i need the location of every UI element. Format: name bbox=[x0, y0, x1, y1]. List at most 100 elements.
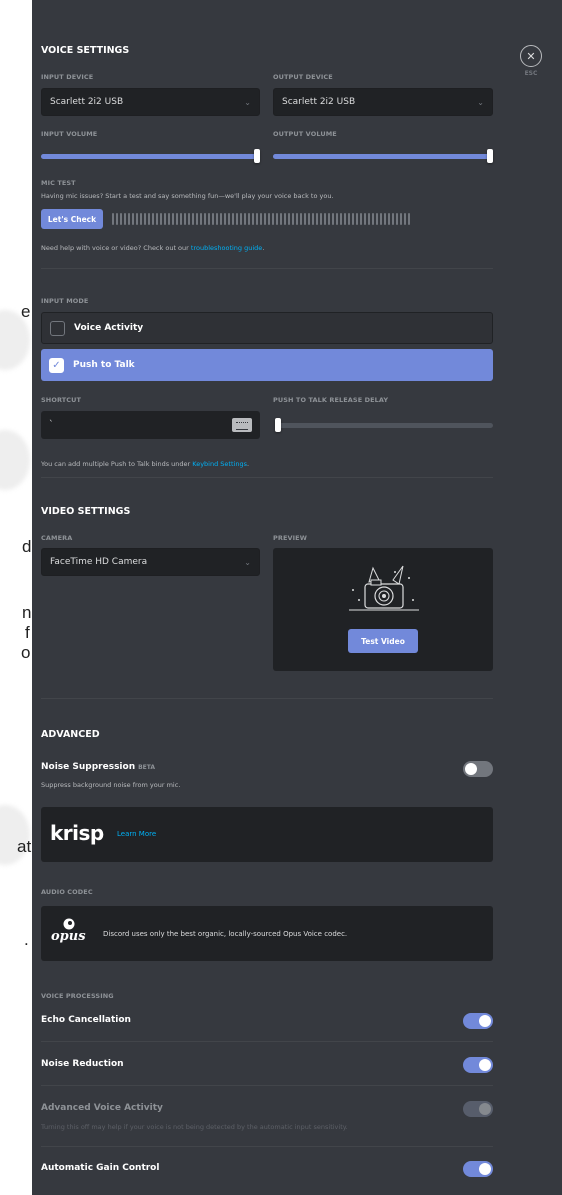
meter-tick bbox=[124, 213, 126, 225]
toggle-knob bbox=[479, 1103, 491, 1115]
camera-value: FaceTime HD Camera bbox=[50, 557, 148, 567]
meter-tick bbox=[168, 213, 170, 225]
background-text: d bbox=[22, 537, 32, 556]
meter-tick bbox=[144, 213, 146, 225]
background-text: n bbox=[22, 603, 32, 622]
meter-tick bbox=[276, 213, 278, 225]
meter-tick bbox=[240, 213, 242, 225]
voice-activity-checkbox[interactable] bbox=[50, 320, 65, 336]
advanced-voice-activity-label: Advanced Voice Activity bbox=[41, 1103, 163, 1113]
input-device-label: INPUT DEVICE bbox=[41, 73, 94, 81]
meter-tick bbox=[132, 213, 134, 225]
meter-tick bbox=[404, 213, 406, 225]
chevron-down-icon: ⌄ bbox=[477, 97, 484, 107]
lets-check-button[interactable]: Let's Check bbox=[41, 209, 103, 229]
opus-logo: opus bbox=[50, 918, 90, 948]
output-volume-slider[interactable] bbox=[273, 149, 493, 163]
input-volume-label: INPUT VOLUME bbox=[41, 130, 98, 138]
row-divider bbox=[41, 1041, 493, 1042]
meter-tick bbox=[376, 213, 378, 225]
noise-reduction-toggle[interactable] bbox=[463, 1057, 493, 1073]
close-icon[interactable]: ✕ bbox=[520, 45, 542, 67]
toggle-knob bbox=[479, 1059, 491, 1071]
push-to-talk-label: Push to Talk bbox=[73, 360, 135, 370]
meter-tick bbox=[152, 213, 154, 225]
toggle-knob bbox=[479, 1015, 491, 1027]
meter-tick bbox=[156, 213, 158, 225]
output-volume-handle[interactable] bbox=[487, 149, 493, 163]
meter-tick bbox=[228, 213, 230, 225]
beta-badge: BETA bbox=[138, 764, 156, 771]
meter-tick bbox=[244, 213, 246, 225]
close-button[interactable]: ✕ ESC bbox=[519, 45, 543, 77]
meter-tick bbox=[288, 213, 290, 225]
advanced-voice-activity-toggle[interactable] bbox=[463, 1101, 493, 1117]
voice-processing-label: VOICE PROCESSING bbox=[41, 992, 114, 1000]
input-volume-slider[interactable] bbox=[41, 149, 260, 163]
output-device-select[interactable]: Scarlett 2i2 USB ⌄ bbox=[273, 88, 493, 116]
keyboard-icon[interactable] bbox=[232, 418, 252, 432]
release-delay-slider[interactable] bbox=[275, 418, 493, 432]
meter-tick bbox=[248, 213, 250, 225]
meter-tick bbox=[192, 213, 194, 225]
shortcut-input[interactable]: ` bbox=[41, 411, 260, 439]
help-text-suffix: . bbox=[262, 244, 265, 252]
noise-suppression-label: Noise Suppression bbox=[41, 762, 136, 772]
mic-level-meter bbox=[112, 213, 410, 225]
output-device-value: Scarlett 2i2 USB bbox=[282, 97, 356, 107]
meter-tick bbox=[236, 213, 238, 225]
meter-tick bbox=[184, 213, 186, 225]
meter-tick bbox=[400, 213, 402, 225]
meter-tick bbox=[408, 213, 410, 225]
checkmark-icon[interactable]: ✓ bbox=[49, 357, 64, 373]
meter-tick bbox=[372, 213, 374, 225]
advanced-title: ADVANCED bbox=[41, 729, 100, 740]
output-volume-label: OUTPUT VOLUME bbox=[273, 130, 337, 138]
push-to-talk-option[interactable]: ✓ Push to Talk bbox=[41, 349, 493, 381]
meter-tick bbox=[284, 213, 286, 225]
keybind-text: You can add multiple Push to Talk binds … bbox=[41, 460, 249, 468]
noise-suppression-toggle[interactable] bbox=[463, 761, 493, 777]
settings-panel: VOICE SETTINGS INPUT DEVICE Scarlett 2i2… bbox=[32, 0, 562, 1195]
voice-activity-label: Voice Activity bbox=[74, 323, 144, 333]
keybind-text-prefix: You can add multiple Push to Talk binds … bbox=[41, 460, 193, 468]
meter-tick bbox=[280, 213, 282, 225]
section-divider bbox=[41, 698, 493, 699]
meter-tick bbox=[384, 213, 386, 225]
background-text: . bbox=[24, 930, 29, 949]
meter-tick bbox=[232, 213, 234, 225]
help-text: Need help with voice or video? Check out… bbox=[41, 244, 264, 252]
release-delay-label: PUSH TO TALK RELEASE DELAY bbox=[273, 396, 389, 404]
audio-codec-label: AUDIO CODEC bbox=[41, 888, 93, 896]
input-mode-label: INPUT MODE bbox=[41, 297, 89, 305]
mic-test-label: MIC TEST bbox=[41, 179, 76, 187]
input-device-select[interactable]: Scarlett 2i2 USB ⌄ bbox=[41, 88, 260, 116]
chevron-down-icon: ⌄ bbox=[244, 97, 251, 107]
meter-tick bbox=[116, 213, 118, 225]
meter-tick bbox=[312, 213, 314, 225]
input-device-value: Scarlett 2i2 USB bbox=[50, 97, 124, 107]
echo-cancellation-label: Echo Cancellation bbox=[41, 1015, 131, 1025]
background-shape bbox=[0, 430, 30, 490]
row-divider bbox=[41, 1146, 493, 1147]
voice-activity-option[interactable]: Voice Activity bbox=[41, 312, 493, 344]
meter-tick bbox=[128, 213, 130, 225]
input-volume-handle[interactable] bbox=[254, 149, 260, 163]
meter-tick bbox=[316, 213, 318, 225]
krisp-logo: krisp bbox=[50, 821, 104, 845]
test-video-button[interactable]: Test Video bbox=[348, 629, 418, 653]
echo-cancellation-toggle[interactable] bbox=[463, 1013, 493, 1029]
output-device-label: OUTPUT DEVICE bbox=[273, 73, 333, 81]
keybind-settings-link[interactable]: Keybind Settings bbox=[192, 460, 247, 468]
meter-tick bbox=[252, 213, 254, 225]
meter-tick bbox=[264, 213, 266, 225]
video-settings-title: VIDEO SETTINGS bbox=[41, 506, 131, 517]
learn-more-link[interactable]: Learn More bbox=[117, 830, 156, 838]
toggle-knob bbox=[479, 1163, 491, 1175]
meter-tick bbox=[196, 213, 198, 225]
release-delay-handle[interactable] bbox=[275, 418, 281, 432]
troubleshooting-link[interactable]: troubleshooting guide bbox=[191, 244, 262, 252]
camera-select[interactable]: FaceTime HD Camera ⌄ bbox=[41, 548, 260, 576]
meter-tick bbox=[212, 213, 214, 225]
automatic-gain-control-toggle[interactable] bbox=[463, 1161, 493, 1177]
